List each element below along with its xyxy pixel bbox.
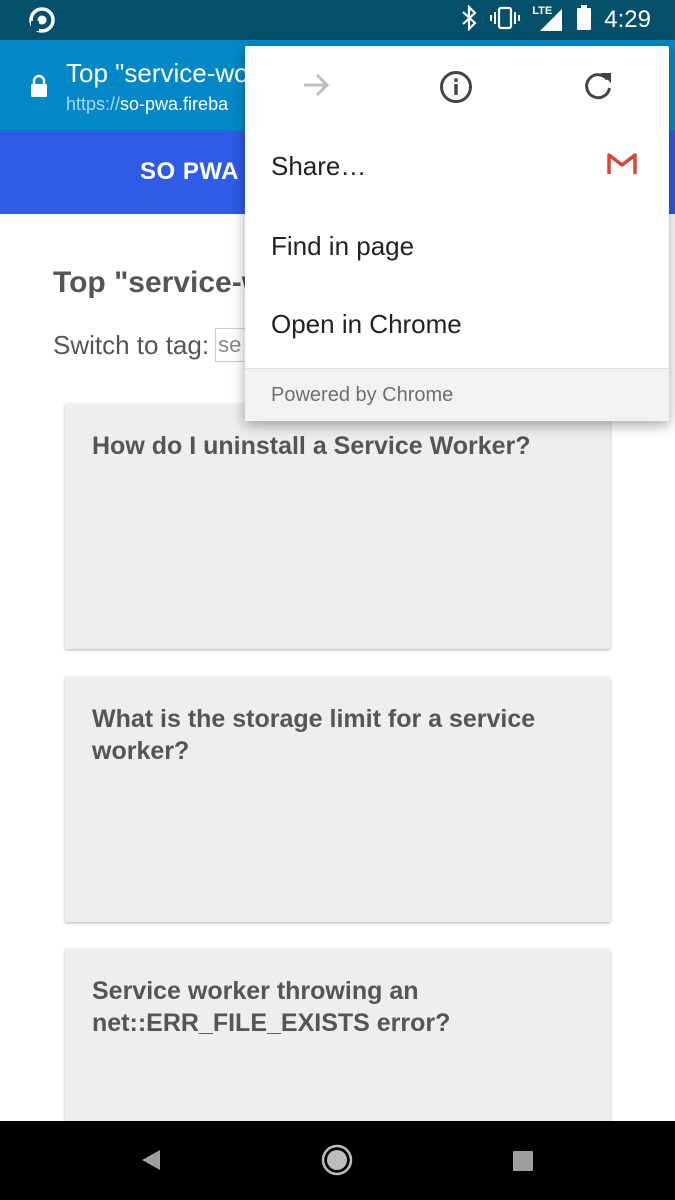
menu-footer: Powered by Chrome — [245, 368, 669, 421]
navigation-bar — [0, 1121, 675, 1200]
menu-item-label: Open in Chrome — [271, 308, 462, 339]
tag-label: Switch to tag: — [53, 329, 210, 360]
app-title[interactable]: SO PWA — [140, 158, 239, 186]
question-title[interactable]: How do I uninstall a Service Worker? — [92, 430, 583, 462]
page-heading: Top "service-w — [53, 266, 266, 299]
tag-switcher: Switch to tag: — [53, 328, 276, 362]
url-host: so-pwa.fireba — [120, 94, 229, 114]
refresh-icon[interactable] — [582, 70, 614, 107]
question-card[interactable]: What is the storage limit for a service … — [65, 677, 610, 922]
lock-icon[interactable] — [30, 74, 48, 103]
url-scheme: https:// — [66, 94, 121, 114]
info-icon[interactable] — [439, 70, 473, 109]
recents-icon[interactable] — [511, 1149, 535, 1178]
status-bar: LTE 4:29 — [0, 0, 675, 40]
tab-url[interactable]: https://so-pwa.fireba — [66, 94, 228, 115]
clock: 4:29 — [604, 6, 651, 33]
battery-icon — [576, 4, 592, 36]
menu-item-share[interactable]: Share… — [245, 126, 669, 206]
menu-item-label: Find in page — [271, 230, 415, 261]
menu-item-find-in-page[interactable]: Find in page — [245, 206, 669, 286]
vibrate-icon — [490, 6, 521, 35]
bluetooth-icon — [460, 3, 478, 36]
gmail-icon[interactable] — [607, 152, 637, 183]
app-notification-icon — [28, 6, 56, 39]
question-title[interactable]: What is the storage limit for a service … — [92, 703, 583, 767]
status-icons: LTE 4:29 — [460, 0, 675, 40]
menu-item-label: Share… — [271, 150, 367, 181]
menu-icon-row — [245, 46, 669, 126]
menu-item-open-in-chrome[interactable]: Open in Chrome — [245, 284, 669, 364]
home-icon[interactable] — [320, 1143, 354, 1182]
back-icon[interactable] — [138, 1145, 164, 1180]
overflow-menu: Share… Find in page Open in Chrome Power… — [245, 46, 669, 421]
question-card[interactable]: How do I uninstall a Service Worker? — [65, 404, 610, 649]
signal-icon: LTE — [532, 5, 564, 33]
tab-title: Top "service-wo — [66, 58, 249, 88]
question-title[interactable]: Service worker throwing an net::ERR_FILE… — [92, 975, 583, 1039]
forward-icon[interactable] — [301, 70, 331, 105]
